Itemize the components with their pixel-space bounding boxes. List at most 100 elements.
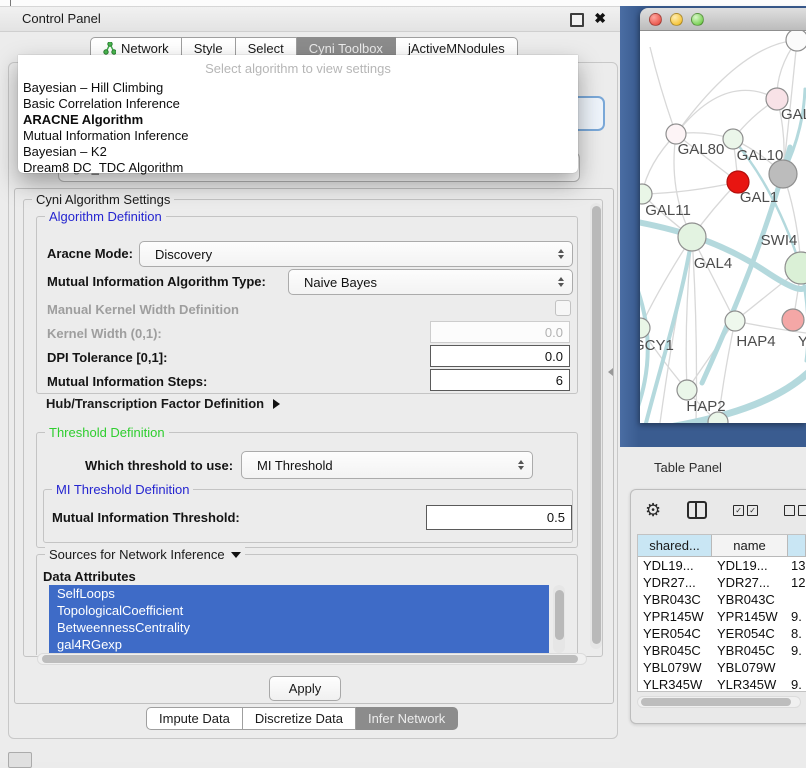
mi-threshold-group: MI Threshold Definition Mutual Informati… bbox=[43, 489, 573, 543]
node-label: GAL bbox=[781, 106, 806, 123]
minimize-traffic-light[interactable] bbox=[670, 13, 683, 26]
mi-steps-label: Mutual Information Steps: bbox=[47, 374, 207, 389]
mi-type-combo[interactable]: Naive Bayes bbox=[288, 269, 573, 295]
split-columns-icon[interactable] bbox=[687, 501, 707, 519]
algorithm-list-item[interactable]: ARACNE Algorithm bbox=[18, 112, 578, 128]
aracne-mode-combo[interactable]: Discovery bbox=[139, 241, 573, 267]
column-header-name[interactable]: name bbox=[712, 535, 788, 556]
sources-group: Sources for Network Inference Data Attri… bbox=[36, 554, 578, 655]
mi-steps-field[interactable]: 6 bbox=[430, 369, 570, 391]
float-window-icon[interactable] bbox=[570, 13, 584, 27]
algorithm-list: Bayesian – Hill ClimbingBasic Correlatio… bbox=[18, 80, 578, 176]
minimized-panel-icon[interactable] bbox=[8, 752, 32, 768]
table-row[interactable]: YPR145W YPR145W 9. bbox=[638, 608, 806, 625]
network-node-gal10[interactable] bbox=[723, 129, 743, 149]
column-header-partial[interactable] bbox=[788, 535, 806, 556]
algorithm-list-item[interactable]: Bayesian – Hill Climbing bbox=[18, 80, 578, 96]
tab-impute-data[interactable]: Impute Data bbox=[146, 707, 243, 730]
manual-kernel-checkbox[interactable] bbox=[555, 300, 571, 316]
popup-header: Select algorithm to view settings bbox=[18, 55, 578, 80]
data-attributes-list: SelfLoopsTopologicalCoefficientBetweenne… bbox=[49, 585, 549, 653]
tab-discretize-data[interactable]: Discretize Data bbox=[243, 707, 356, 730]
network-canvas[interactable]: GAL GAL80 GAL10 GAL1 GAL11 SWI4 GAL4 GCY… bbox=[640, 31, 806, 423]
network-node-hap4[interactable] bbox=[725, 311, 745, 331]
table-panel-title: Table Panel bbox=[654, 460, 722, 475]
table-row[interactable]: YBR043C YBR043C bbox=[638, 591, 806, 608]
gear-icon[interactable]: ⚙ bbox=[645, 501, 661, 519]
table-row[interactable]: YBR045C YBR045C 9. bbox=[638, 642, 806, 659]
close-icon[interactable]: ✖ bbox=[594, 10, 606, 27]
table-row[interactable]: YER054C YER054C 8. bbox=[638, 625, 806, 642]
table-row[interactable]: YDR27... YDR27... 12 bbox=[638, 574, 806, 591]
mi-threshold-field[interactable]: 0.5 bbox=[426, 505, 572, 530]
kernel-width-field[interactable]: 0.0 bbox=[430, 321, 570, 343]
algorithm-dropdown-popup: Select algorithm to view settings Bayesi… bbox=[18, 55, 578, 173]
data-attribute-item[interactable]: TopologicalCoefficient bbox=[49, 602, 549, 619]
dpi-tolerance-field[interactable]: 0.0 bbox=[430, 345, 570, 367]
aracne-mode-label: Aracne Mode: bbox=[47, 246, 133, 261]
sources-group-title[interactable]: Sources for Network Inference bbox=[45, 547, 245, 562]
node-table: shared... name YDL19... YDL19... 13 YDR2… bbox=[637, 534, 806, 692]
hub-definition-toggle[interactable]: Hub/Transcription Factor Definition bbox=[46, 396, 280, 411]
algorithm-definition-group: Algorithm Definition Aracne Mode: Discov… bbox=[36, 216, 578, 394]
stepper-icon bbox=[518, 460, 524, 470]
algorithm-list-item[interactable]: Bayesian – K2 bbox=[18, 144, 578, 160]
apply-button[interactable]: Apply bbox=[269, 676, 341, 701]
network-window: GAL GAL80 GAL10 GAL1 GAL11 SWI4 GAL4 GCY… bbox=[640, 8, 806, 423]
network-node-gal4[interactable] bbox=[678, 223, 706, 251]
mi-threshold-group-title: MI Threshold Definition bbox=[52, 482, 193, 497]
table-row[interactable]: YLR345W YLR345W 9. bbox=[638, 676, 806, 692]
select-all-icon[interactable]: ✓✓ bbox=[733, 505, 758, 516]
data-attribute-item[interactable]: SelfLoops bbox=[49, 585, 549, 602]
data-attribute-item[interactable]: gal4RGexp bbox=[49, 636, 549, 653]
settings-vertical-scrollbar[interactable] bbox=[590, 203, 602, 649]
node-label: SWI4 bbox=[761, 232, 798, 249]
network-node-gal11[interactable] bbox=[640, 184, 652, 204]
collapse-down-icon bbox=[231, 552, 241, 558]
data-attribute-item[interactable]: BetweennessCentrality bbox=[49, 619, 549, 636]
network-window-titlebar[interactable] bbox=[640, 8, 806, 31]
cyni-algorithm-settings-title: Cyni Algorithm Settings bbox=[32, 192, 174, 207]
settings-horizontal-scrollbar[interactable] bbox=[37, 653, 587, 665]
which-threshold-combo[interactable]: MI Threshold bbox=[241, 451, 533, 479]
splitter-collapse-icon[interactable] bbox=[608, 368, 613, 376]
window-edge-tick bbox=[10, 0, 11, 6]
deselect-all-icon[interactable] bbox=[784, 505, 806, 516]
attributes-scrollbar[interactable] bbox=[553, 585, 565, 653]
kernel-width-label: Kernel Width (0,1): bbox=[47, 326, 162, 341]
stepper-icon bbox=[558, 249, 564, 259]
manual-kernel-label: Manual Kernel Width Definition bbox=[47, 302, 239, 317]
network-node-swi4[interactable] bbox=[785, 252, 806, 284]
algorithm-list-item[interactable]: Dream8 DC_TDC Algorithm bbox=[18, 160, 578, 176]
cyni-bottom-tabs: Impute Data Discretize Data Infer Networ… bbox=[146, 707, 458, 730]
table-horizontal-scrollbar[interactable] bbox=[637, 696, 801, 708]
column-header-shared-name[interactable]: shared... bbox=[638, 535, 712, 556]
mi-type-value: Naive Bayes bbox=[289, 275, 377, 290]
network-node[interactable] bbox=[786, 31, 806, 51]
table-row[interactable]: YBL079W YBL079W bbox=[638, 659, 806, 676]
node-label: GAL1 bbox=[740, 189, 778, 206]
threshold-definition-title: Threshold Definition bbox=[45, 425, 169, 440]
zoom-traffic-light[interactable] bbox=[691, 13, 704, 26]
algorithm-list-item[interactable]: Basic Correlation Inference bbox=[18, 96, 578, 112]
cyni-algorithm-settings-group: Cyni Algorithm Settings Algorithm Defini… bbox=[23, 199, 603, 657]
control-panel-title: Control Panel bbox=[22, 11, 101, 26]
network-node-hap2[interactable] bbox=[677, 380, 697, 400]
close-traffic-light[interactable] bbox=[649, 13, 662, 26]
expand-right-icon bbox=[273, 399, 280, 409]
mi-threshold-label: Mutual Information Threshold: bbox=[52, 510, 240, 525]
network-node-pink[interactable] bbox=[782, 309, 804, 331]
network-tab-icon bbox=[103, 42, 116, 55]
mi-type-label: Mutual Information Algorithm Type: bbox=[47, 274, 266, 289]
data-attributes-label: Data Attributes bbox=[43, 569, 136, 584]
algorithm-list-item[interactable]: Mutual Information Inference bbox=[18, 128, 578, 144]
hub-definition-label: Hub/Transcription Factor Definition bbox=[46, 396, 264, 411]
tab-infer-network[interactable]: Infer Network bbox=[356, 707, 458, 730]
table-header-row: shared... name bbox=[638, 535, 806, 557]
network-node-gray[interactable] bbox=[769, 160, 797, 188]
dpi-tolerance-label: DPI Tolerance [0,1]: bbox=[47, 350, 167, 365]
network-node-labels: GAL GAL80 GAL10 GAL1 GAL11 SWI4 GAL4 GCY… bbox=[640, 106, 806, 415]
node-label: GAL11 bbox=[645, 202, 691, 219]
table-row[interactable]: YDL19... YDL19... 13 bbox=[638, 557, 806, 574]
node-label: GAL4 bbox=[694, 255, 732, 272]
